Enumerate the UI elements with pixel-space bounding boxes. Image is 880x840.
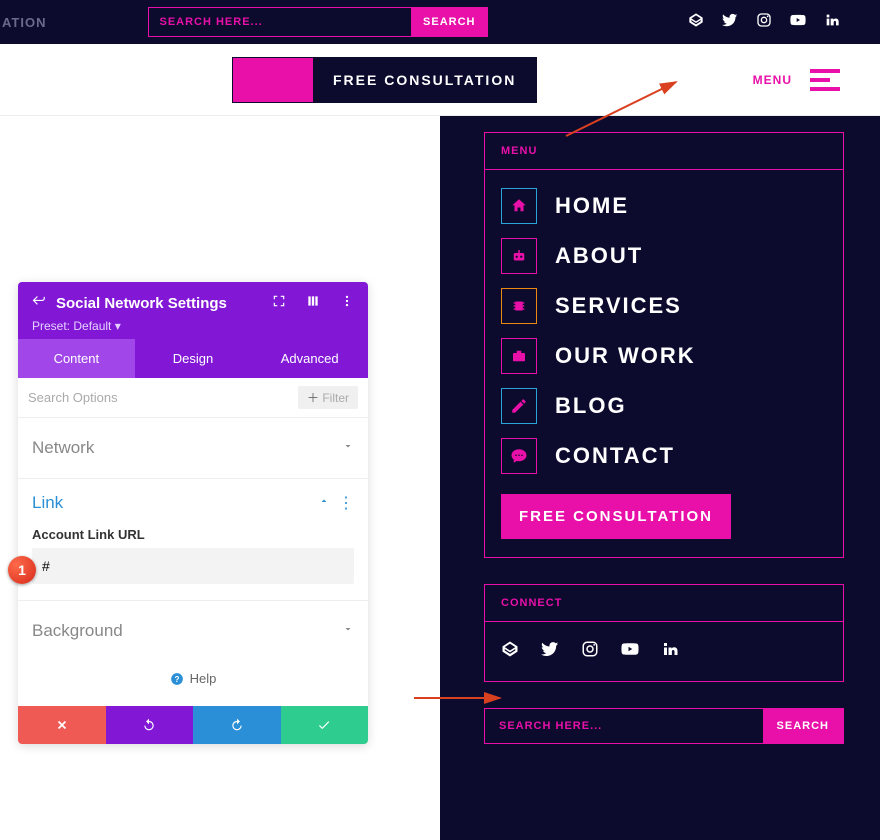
section-network[interactable]: Network: [18, 417, 368, 478]
account-link-url-input[interactable]: [32, 548, 354, 584]
svg-text:?: ?: [174, 674, 179, 683]
nav-our-work[interactable]: OUR WORK: [501, 338, 827, 374]
more-vert-icon[interactable]: ⋮: [338, 493, 354, 513]
nav-blog[interactable]: BLOG: [501, 388, 827, 424]
connect-panel: CONNECT: [484, 584, 844, 682]
youtube-icon[interactable]: [621, 640, 639, 663]
free-consultation-label: FREE CONSULTATION: [313, 58, 536, 102]
menu-label: MENU: [753, 73, 792, 87]
home-icon: [501, 188, 537, 224]
instagram-icon[interactable]: [581, 640, 599, 663]
chevron-down-icon: [342, 439, 354, 457]
twitter-icon[interactable]: [722, 12, 738, 33]
free-consultation-sidebar-button[interactable]: FREE CONSULTATION: [501, 494, 731, 539]
free-consultation-button[interactable]: FREE CONSULTATION: [232, 57, 537, 103]
section-background[interactable]: Background: [18, 600, 368, 661]
briefcase-icon: [501, 338, 537, 374]
search-button-top[interactable]: SEARCH: [411, 8, 487, 36]
chat-icon: [501, 438, 537, 474]
nav-home[interactable]: HOME: [501, 188, 827, 224]
robot-icon: [501, 238, 537, 274]
menu-panel-title: MENU: [485, 133, 843, 170]
search-bottom: SEARCH: [484, 708, 844, 744]
chip-icon: [501, 288, 537, 324]
preset-label[interactable]: Preset: Default ▾: [32, 319, 354, 333]
tab-design[interactable]: Design: [135, 339, 252, 378]
connect-panel-title: CONNECT: [485, 585, 843, 622]
linkedin-icon[interactable]: [824, 12, 840, 33]
section-link[interactable]: Link ⋮: [18, 478, 368, 527]
linkedin-icon[interactable]: [661, 640, 679, 663]
cutoff-nav-text: ATION: [2, 15, 46, 30]
tab-advanced[interactable]: Advanced: [251, 339, 368, 378]
columns-icon[interactable]: [306, 294, 320, 313]
search-options-placeholder[interactable]: Search Options: [28, 390, 118, 405]
tab-content[interactable]: Content: [18, 339, 135, 378]
nav-services[interactable]: SERVICES: [501, 288, 827, 324]
edit-icon: [501, 388, 537, 424]
nav-contact[interactable]: CONTACT: [501, 438, 827, 474]
redo-button[interactable]: [193, 706, 281, 744]
help-link[interactable]: ? Help: [18, 661, 368, 706]
search-input-bottom[interactable]: [485, 709, 763, 743]
social-network-settings-panel: 1 Social Network Settings Preset: Defaul…: [18, 282, 368, 744]
twitter-icon[interactable]: [541, 640, 559, 663]
save-button[interactable]: [281, 706, 369, 744]
nav-about[interactable]: ABOUT: [501, 238, 827, 274]
instagram-icon[interactable]: [756, 12, 772, 33]
account-link-url-label: Account Link URL: [32, 527, 354, 542]
expand-icon[interactable]: [272, 294, 286, 313]
search-button-bottom[interactable]: SEARCH: [763, 709, 843, 743]
menu-panel: MENU HOME ABOUT SERVICES OUR WORK BLOG C…: [484, 132, 844, 558]
search-input-top[interactable]: [149, 16, 411, 28]
help-icon: ?: [170, 672, 184, 686]
panel-title: Social Network Settings: [56, 295, 262, 312]
codepen-icon[interactable]: [501, 640, 519, 663]
more-vert-icon[interactable]: [340, 294, 354, 313]
hamburger-icon[interactable]: [810, 69, 840, 91]
codepen-icon[interactable]: [688, 12, 704, 33]
back-icon[interactable]: [32, 294, 46, 313]
chevron-down-icon: [342, 622, 354, 640]
chevron-up-icon: [318, 494, 330, 512]
filter-button[interactable]: ＋ Filter: [298, 386, 358, 409]
step-badge-1: 1: [8, 556, 36, 584]
undo-button[interactable]: [106, 706, 194, 744]
youtube-icon[interactable]: [790, 12, 806, 33]
cancel-button[interactable]: [18, 706, 106, 744]
